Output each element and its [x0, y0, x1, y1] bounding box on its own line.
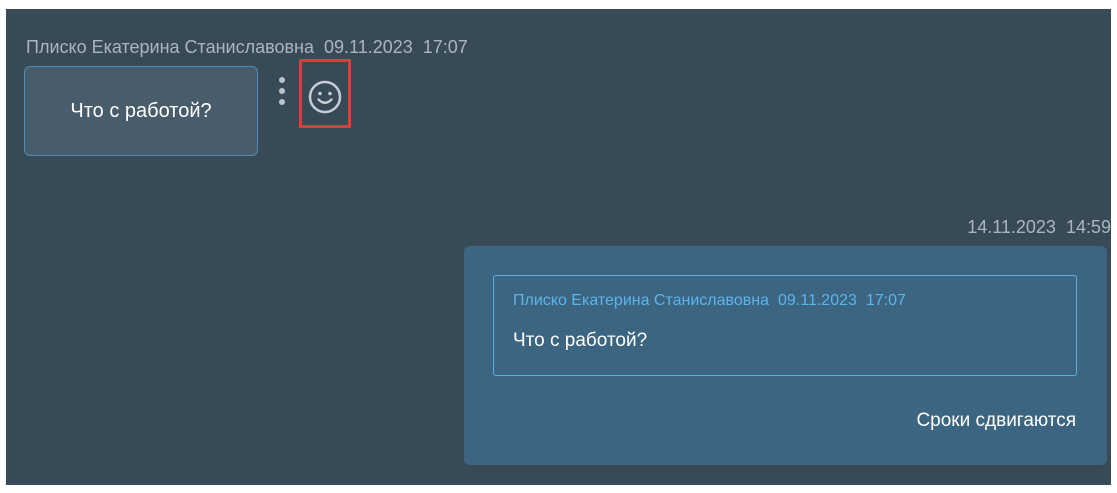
vertical-dots-icon[interactable]	[277, 77, 287, 111]
incoming-message-header: Плиско Екатерина Станиславовна 09.11.2023…	[26, 37, 468, 58]
outgoing-message-header: 14.11.2023 14:59	[967, 217, 1111, 238]
quoted-sender-name: Плиско Екатерина Станиславовна	[513, 292, 769, 309]
chat-panel: Плиско Екатерина Станиславовна 09.11.2023…	[6, 9, 1111, 485]
quoted-message-date: 09.11.2023	[778, 292, 857, 309]
incoming-message-text: Что с работой?	[70, 99, 212, 122]
quoted-message-time: 17:07	[865, 292, 906, 309]
message-time: 17:07	[422, 37, 468, 57]
message-date: 09.11.2023	[324, 37, 413, 57]
quoted-message-header: Плиско Екатерина Станиславовна 09.11.2023…	[513, 292, 906, 310]
message-date: 14.11.2023	[967, 217, 1056, 237]
outgoing-message-bubble[interactable]: Плиско Екатерина Станиславовна 09.11.2023…	[464, 246, 1107, 465]
sender-name: Плиско Екатерина Станиславовна	[26, 37, 314, 57]
smiley-icon[interactable]	[306, 78, 344, 116]
message-time: 14:59	[1065, 217, 1111, 237]
outgoing-message-text: Сроки сдвигаются	[916, 410, 1076, 431]
quoted-message[interactable]: Плиско Екатерина Станиславовна 09.11.2023…	[493, 275, 1077, 376]
incoming-message-bubble[interactable]: Что с работой?	[24, 66, 258, 156]
quoted-message-text: Что с работой?	[513, 330, 648, 351]
